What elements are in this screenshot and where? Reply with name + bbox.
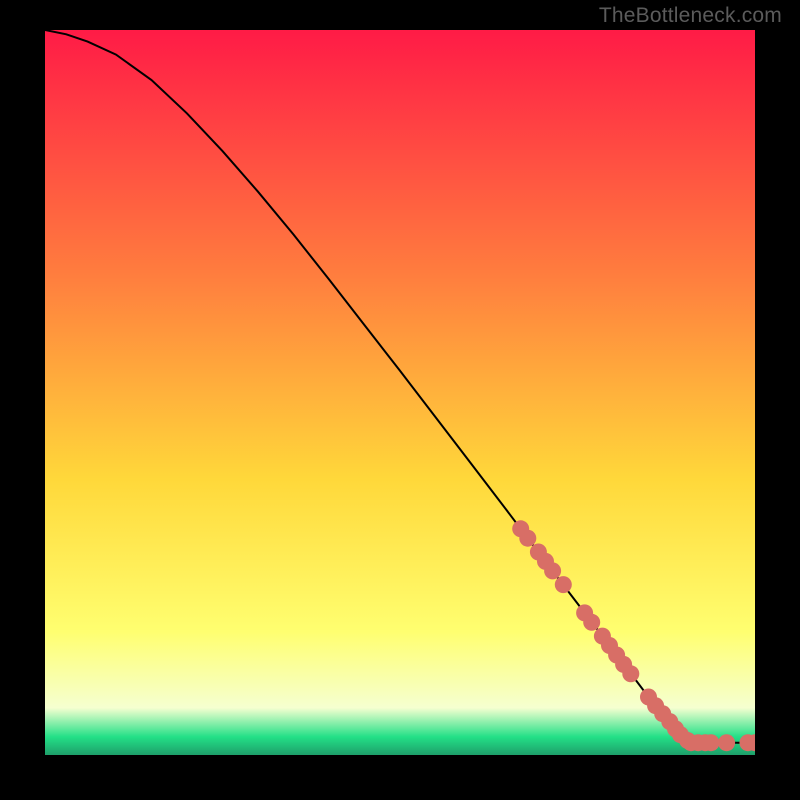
data-marker <box>544 562 561 579</box>
data-marker <box>583 614 600 631</box>
data-marker <box>555 576 572 593</box>
chart-frame: { "watermark": "TheBottleneck.com", "col… <box>0 0 800 800</box>
plot-area <box>45 30 755 755</box>
data-marker <box>718 734 735 751</box>
gradient-background <box>45 30 755 755</box>
data-marker <box>703 734 720 751</box>
chart-svg <box>45 30 755 755</box>
watermark-text: TheBottleneck.com <box>599 4 782 28</box>
data-marker <box>519 530 536 547</box>
data-marker <box>622 665 639 682</box>
